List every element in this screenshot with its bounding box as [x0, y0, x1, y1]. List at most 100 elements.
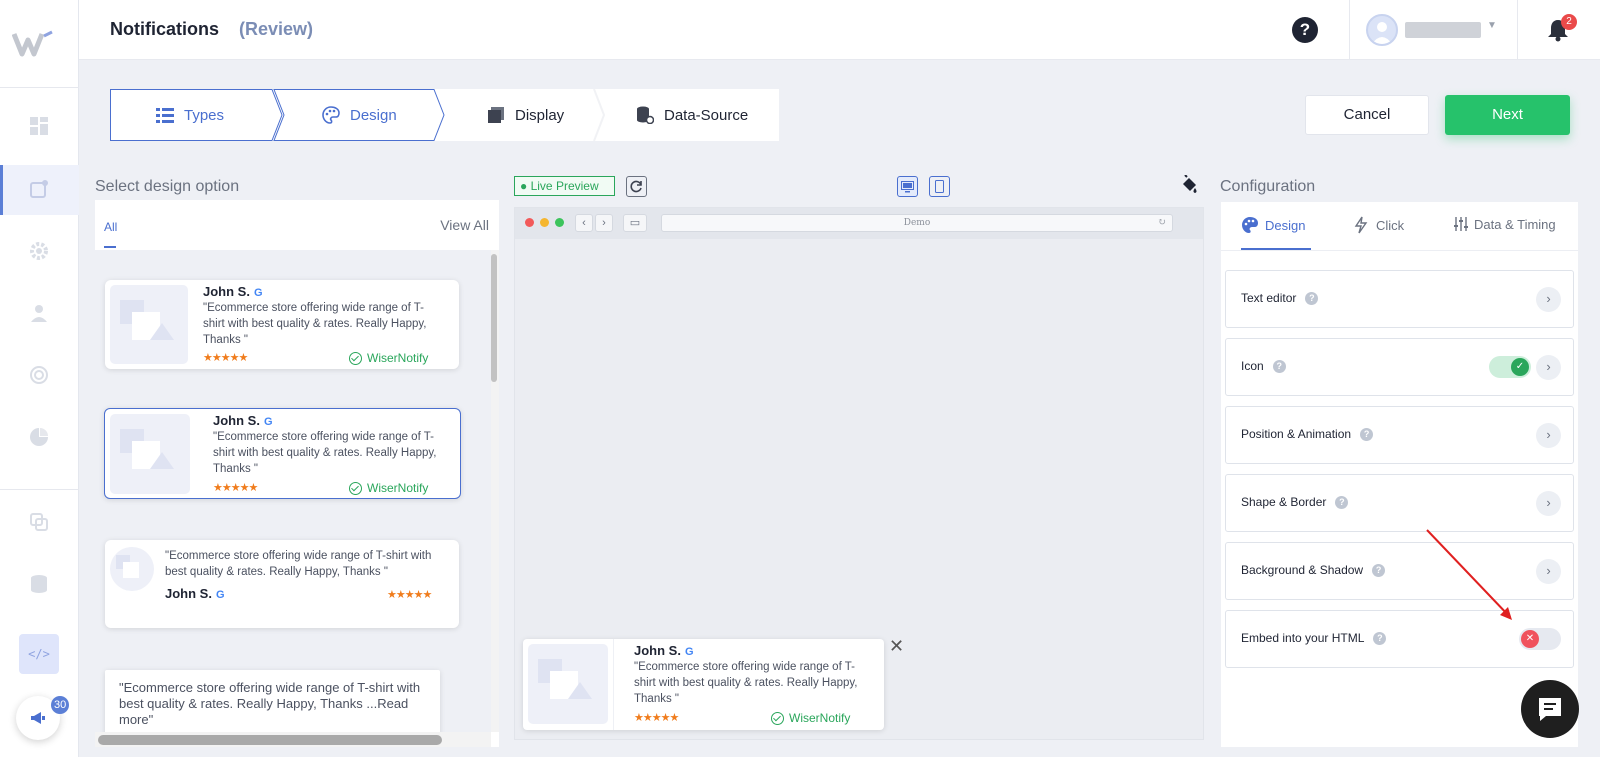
chat-icon [1539, 698, 1561, 721]
section-label: Embed into your HTML? [1241, 631, 1387, 645]
user-icon[interactable] [28, 302, 50, 324]
help-icon[interactable]: ? [1292, 17, 1318, 43]
check-circle-icon [349, 481, 362, 495]
section-position-animation[interactable]: Position & Animation? › [1225, 406, 1574, 464]
section-label: Text editor? [1241, 291, 1319, 305]
help-icon[interactable]: ? [1272, 359, 1286, 373]
paint-bucket-icon[interactable] [1180, 175, 1200, 195]
pie-chart-icon[interactable] [28, 426, 50, 448]
database-icon[interactable] [28, 573, 50, 595]
placeholder-image-icon [110, 414, 190, 494]
section-label: Background & Shadow? [1241, 563, 1386, 577]
step-design[interactable]: Design [322, 89, 397, 141]
megaphone-icon [31, 712, 45, 724]
target-icon[interactable] [28, 364, 50, 386]
chevron-down-icon[interactable]: ▼ [1487, 20, 1497, 31]
page-title: Notifications [110, 19, 220, 39]
announcement-count-badge: 30 [51, 696, 70, 714]
review-text: "Ecommerce store offering wide range of … [213, 431, 437, 475]
check-icon: ✓ [1511, 358, 1529, 376]
review-text: "Ecommerce store offering wide range of … [203, 302, 427, 346]
tab-click[interactable]: Click [1354, 216, 1404, 234]
section-shape-border[interactable]: Shape & Border? › [1225, 474, 1574, 532]
google-icon: G [215, 589, 225, 601]
back-icon[interactable]: ‹ [575, 214, 593, 232]
design-options-heading: Select design option [95, 178, 240, 195]
help-icon[interactable]: ? [1360, 427, 1374, 441]
design-option-card[interactable]: "Ecommerce store offering wide range of … [105, 540, 459, 628]
code-embed-icon[interactable]: </> [19, 634, 59, 674]
avatar[interactable] [1366, 14, 1398, 46]
wisernotify-logo[interactable] [12, 28, 56, 58]
live-preview-badge: ● Live Preview [514, 176, 615, 196]
tab-all[interactable]: All [104, 220, 117, 234]
help-icon[interactable]: ? [1372, 563, 1386, 577]
database-gear-icon [637, 106, 654, 124]
check-circle-icon [771, 711, 784, 725]
step-data-source-label: Data-Source [664, 106, 749, 124]
reload-icon[interactable]: ↻ [1158, 215, 1166, 231]
chevron-right-icon[interactable]: › [1536, 355, 1561, 380]
design-option-card-selected[interactable]: John S. G "Ecommerce store offering wide … [104, 408, 461, 499]
help-icon[interactable]: ? [1305, 291, 1319, 305]
gear-icon[interactable] [28, 240, 50, 262]
chevron-right-icon[interactable]: › [1536, 559, 1561, 584]
step-design-label: Design [350, 106, 397, 124]
maximize-dot-icon [555, 218, 564, 227]
minimize-dot-icon [540, 218, 549, 227]
desktop-view-button[interactable] [897, 176, 918, 197]
mobile-view-button[interactable] [929, 176, 950, 197]
chevron-right-icon[interactable]: › [1536, 491, 1561, 516]
placeholder-image-icon [110, 285, 188, 364]
chevron-right-icon[interactable]: › [1536, 287, 1561, 312]
forward-icon[interactable]: › [595, 214, 613, 232]
dashboard-icon[interactable] [28, 115, 50, 137]
reviewer-name: John S. G [213, 413, 273, 428]
username-redacted[interactable] [1405, 22, 1481, 38]
chevron-right-icon[interactable]: › [1536, 423, 1561, 448]
copy-icon[interactable] [28, 511, 50, 533]
mobile-icon [935, 180, 944, 193]
step-display[interactable]: Display [487, 89, 564, 141]
top-bar: Notifications (Review) ? ▼ 2 [79, 0, 1600, 60]
section-embed-html[interactable]: Embed into your HTML? ✕ [1225, 610, 1574, 668]
star-rating: ★★★★★ [387, 589, 432, 601]
cancel-button[interactable]: Cancel [1305, 95, 1429, 135]
tab-data-timing[interactable]: Data & Timing [1453, 216, 1556, 232]
reviewer-name: John S. G [203, 284, 263, 299]
next-button[interactable]: Next [1445, 95, 1570, 135]
section-label: Position & Animation? [1241, 427, 1374, 441]
vertical-scrollbar-thumb[interactable] [491, 254, 497, 382]
view-all-link[interactable]: View All [440, 217, 489, 233]
review-text: "Ecommerce store offering wide range of … [165, 550, 432, 578]
section-text-editor[interactable]: Text editor? › [1225, 270, 1574, 328]
refresh-button[interactable] [626, 176, 647, 197]
lightning-icon [1354, 216, 1368, 234]
section-background-shadow[interactable]: Background & Shadow? › [1225, 542, 1574, 600]
horizontal-scrollbar-thumb[interactable] [98, 735, 442, 745]
preview-notification-popup[interactable]: John S. G "Ecommerce store offering wide … [523, 639, 884, 730]
section-icon[interactable]: Icon? ✓ › [1225, 338, 1574, 396]
address-bar[interactable]: Demo ↻ [661, 214, 1173, 232]
notification-edit-icon[interactable] [28, 178, 50, 200]
design-option-card[interactable]: John S. G "Ecommerce store offering wide … [105, 280, 459, 369]
browser-toolbar: ‹ › ▭ Demo ↻ [515, 208, 1203, 239]
list-icon [156, 108, 174, 123]
chat-button[interactable] [1521, 680, 1579, 738]
step-data-source[interactable]: Data-Source [636, 89, 748, 141]
help-icon[interactable]: ? [1335, 495, 1349, 509]
embed-html-toggle[interactable]: ✕ [1519, 628, 1561, 650]
brand-badge: WiserNotify [349, 481, 428, 495]
icon-toggle[interactable]: ✓ [1489, 356, 1531, 378]
sidebar-toggle-icon[interactable]: ▭ [623, 214, 647, 232]
palette-icon [1242, 217, 1258, 233]
step-types[interactable]: Types [156, 89, 224, 141]
popup-divider [613, 639, 614, 730]
refresh-icon [630, 180, 642, 193]
help-icon[interactable]: ? [1373, 631, 1387, 645]
tabs-divider [1221, 250, 1578, 251]
design-option-card[interactable]: "Ecommerce store offering wide range of … [105, 670, 440, 732]
tab-design[interactable]: Design [1241, 216, 1305, 234]
close-icon[interactable]: ✕ [889, 636, 904, 657]
step-display-label: Display [515, 106, 565, 124]
